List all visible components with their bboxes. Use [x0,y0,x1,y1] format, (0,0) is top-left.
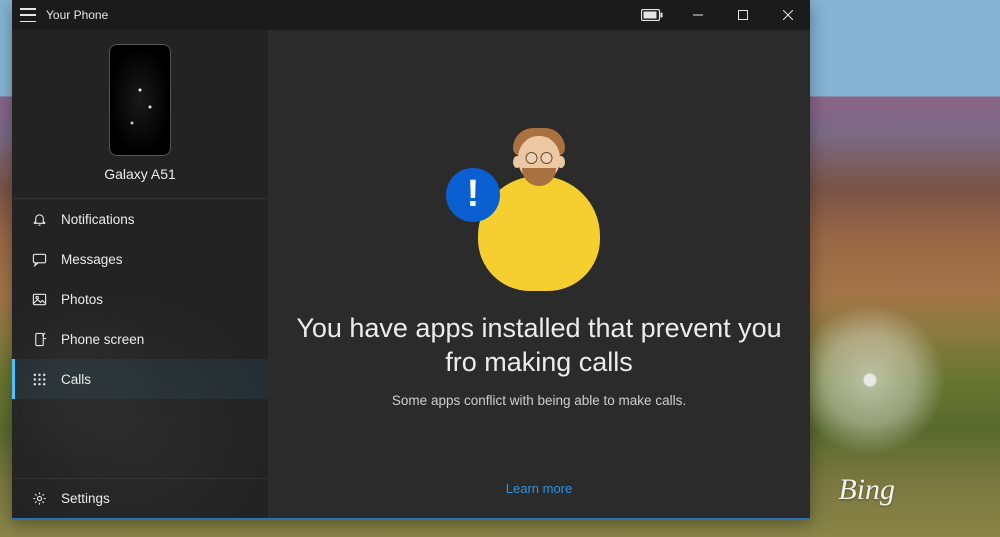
bing-logo: Bing [838,473,895,507]
nav-item-label: Notifications [61,212,135,227]
hamburger-icon[interactable] [20,8,36,22]
nav-item-label: Messages [61,252,123,267]
titlebar: Your Phone [12,0,810,30]
exclamation-icon: ! [446,168,500,222]
maximize-button[interactable] [720,0,765,30]
window-title: Your Phone [46,8,108,22]
error-heading: You have apps installed that prevent you… [288,312,790,380]
your-phone-window: Your Phone Galaxy A51 [12,0,810,520]
nav-item-label: Settings [61,491,110,506]
bell-icon [31,211,47,227]
nav-item-photos[interactable]: Photos [12,279,268,319]
phone-screen-icon [31,331,47,347]
message-icon [31,251,47,267]
sidebar: Galaxy A51 Notifications [12,30,268,518]
minimize-button[interactable] [675,0,720,30]
battery-icon [641,9,675,21]
close-button[interactable] [765,0,810,30]
nav-item-calls[interactable]: Calls [12,359,268,399]
nav: Notifications Messages [12,198,268,399]
nav-item-phone-screen[interactable]: Phone screen [12,319,268,359]
phone-device-image [109,44,171,156]
nav-item-notifications[interactable]: Notifications [12,199,268,239]
phone-preview[interactable]: Galaxy A51 [12,30,268,188]
nav-item-label: Photos [61,292,103,307]
nav-item-label: Calls [61,372,91,387]
learn-more-link[interactable]: Learn more [506,481,572,496]
error-subtext: Some apps conflict with being able to ma… [392,393,686,408]
warning-illustration: ! [454,122,624,282]
dialpad-icon [31,371,47,387]
phone-name: Galaxy A51 [104,166,176,182]
nav-item-messages[interactable]: Messages [12,239,268,279]
main-content: ! You have apps installed that prevent y… [268,30,810,518]
gear-icon [31,491,47,507]
photos-icon [31,291,47,307]
nav-item-settings[interactable]: Settings [12,478,268,518]
nav-item-label: Phone screen [61,332,144,347]
